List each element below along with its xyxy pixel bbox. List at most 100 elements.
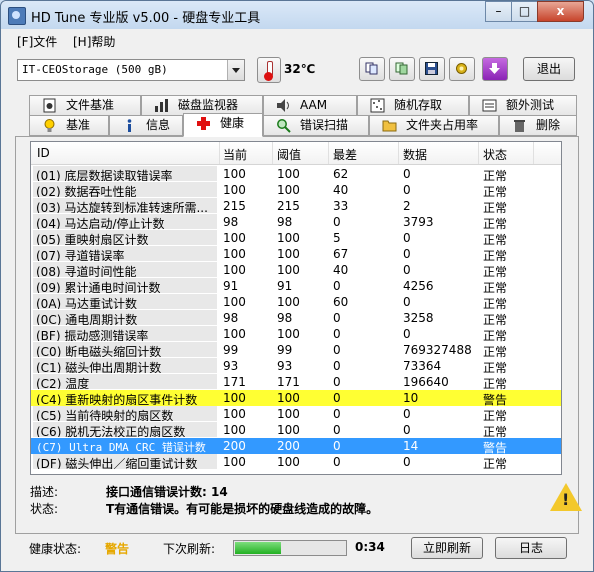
close-button[interactable]: x xyxy=(537,1,584,22)
tab-folder-usage[interactable]: 文件夹占用率 xyxy=(369,115,499,136)
download-button[interactable] xyxy=(482,57,508,81)
cell-current: 100 xyxy=(223,295,246,309)
table-row[interactable]: (C1) 磁头伸出周期计数 93 93 0 73364 正常 xyxy=(31,358,561,375)
health-cross-icon xyxy=(197,117,210,130)
drive-select[interactable]: IT-CEOStorage (500 gB) xyxy=(17,59,245,81)
col-current[interactable]: 当前 xyxy=(223,146,247,163)
attribute-name-cell: (03) 马达旋转到标准转速所需... xyxy=(33,198,217,213)
smart-table: ID 当前 阈值 最差 数据 状态 (01) 底层数据读取错误率 100 100 62… xyxy=(30,141,562,475)
copy-all-button[interactable] xyxy=(389,57,415,81)
menu-help[interactable]: [H]帮助 xyxy=(73,33,115,50)
drive-select-value: IT-CEOStorage (500 gB) xyxy=(22,63,168,76)
lightbulb-icon xyxy=(44,119,55,132)
tab-file-benchmark[interactable]: 文件基准 xyxy=(29,95,141,116)
menu-bar: [F]文件 [H]帮助 xyxy=(1,30,593,51)
warning-icon xyxy=(550,483,582,511)
minimize-button[interactable]: – xyxy=(485,1,512,22)
table-row[interactable]: (C6) 脱机无法校正的扇区数 100 100 0 0 正常 xyxy=(31,422,561,439)
copy-button[interactable] xyxy=(359,57,385,81)
temperature-value: 32℃ xyxy=(284,62,316,76)
window-title: HD Tune 专业版 v5.00 - 硬盘专业工具 xyxy=(31,11,261,26)
cell-worst: 0 xyxy=(333,439,341,453)
table-row[interactable]: (02) 数据吞吐性能 100 100 40 0 正常 xyxy=(31,182,561,199)
cell-worst: 40 xyxy=(333,183,349,197)
cell-current: 215 xyxy=(223,199,246,213)
tab-label: 删除 xyxy=(536,118,561,132)
table-row[interactable]: (BF) 振动感测错误率 100 100 0 0 正常 xyxy=(31,326,561,343)
table-row[interactable]: (01) 底层数据读取错误率 100 100 62 0 正常 xyxy=(31,166,561,183)
cell-worst: 40 xyxy=(333,263,349,277)
cell-threshold: 100 xyxy=(277,295,300,309)
refresh-now-button[interactable]: 立即刷新 xyxy=(411,537,483,559)
description-label: 描述: xyxy=(30,485,59,499)
cell-worst: 0 xyxy=(333,311,341,325)
cell-threshold: 200 xyxy=(277,439,300,453)
cell-data: 10 xyxy=(403,391,419,405)
table-row[interactable]: (03) 马达旋转到标准转速所需... 215 215 33 2 正常 xyxy=(31,198,561,215)
exit-button[interactable]: 退出 xyxy=(523,57,575,81)
cell-current: 100 xyxy=(223,455,246,469)
table-row[interactable]: (0C) 通电周期计数 98 98 0 3258 正常 xyxy=(31,310,561,327)
table-row[interactable]: (C2) 温度 171 171 0 196640 正常 xyxy=(31,374,561,391)
tab-info[interactable]: 信息 xyxy=(109,115,183,136)
refresh-countdown: 0:34 xyxy=(355,540,385,554)
tab-benchmark[interactable]: 基准 xyxy=(29,115,109,136)
tab-erase[interactable]: 删除 xyxy=(499,115,577,136)
table-row[interactable]: (05) 重映射扇区计数 100 100 5 0 正常 xyxy=(31,230,561,247)
table-header: ID 当前 阈值 最差 数据 状态 xyxy=(31,142,561,165)
attribute-name: (03) 马达旋转到标准转速所需... xyxy=(36,201,208,213)
cell-data: 769327488 xyxy=(403,343,472,357)
log-button[interactable]: 日志 xyxy=(495,537,567,559)
cell-threshold: 100 xyxy=(277,167,300,181)
col-id[interactable]: ID xyxy=(37,146,50,160)
table-row[interactable]: (07) 寻道错误率 100 100 67 0 正常 xyxy=(31,246,561,263)
col-threshold[interactable]: 阈值 xyxy=(277,146,301,163)
attribute-name-cell: (0C) 通电周期计数 xyxy=(33,310,217,325)
table-row[interactable]: (0A) 马达重试计数 100 100 60 0 正常 xyxy=(31,294,561,311)
table-row[interactable]: (C7) Ultra DMA CRC 错误计数 200 200 0 14 警告 xyxy=(31,438,561,455)
cell-data: 0 xyxy=(403,247,411,261)
table-row[interactable]: (C5) 当前待映射的扇区数 100 100 0 0 正常 xyxy=(31,406,561,423)
copy-all-icon xyxy=(395,62,408,75)
info-icon xyxy=(127,119,132,132)
table-row[interactable]: (C4) 重新映射的扇区事件计数 100 100 0 10 警告 xyxy=(31,390,561,407)
cell-threshold: 215 xyxy=(277,199,300,213)
cell-current: 100 xyxy=(223,167,246,181)
cell-data: 0 xyxy=(403,327,411,341)
cell-threshold: 91 xyxy=(277,279,293,293)
table-row[interactable]: (DF) 磁头伸出／缩回重试计数 100 100 0 0 正常 xyxy=(31,454,561,471)
tab-label: 文件基准 xyxy=(66,98,115,112)
status-bar: 健康状态: 警告 下次刷新: 0:34 立即刷新 日志 xyxy=(15,536,585,562)
next-refresh-label: 下次刷新: xyxy=(163,542,216,556)
col-status[interactable]: 状态 xyxy=(483,146,507,163)
title-bar[interactable]: HD Tune 专业版 v5.00 - 硬盘专业工具 – □ x xyxy=(1,1,593,29)
col-worst[interactable]: 最差 xyxy=(333,146,357,163)
cell-threshold: 100 xyxy=(277,407,300,421)
table-row[interactable]: (C0) 断电磁头缩回计数 99 99 0 769327488 正常 xyxy=(31,342,561,359)
cell-worst: 0 xyxy=(333,279,341,293)
attribute-name-cell: (09) 累计通电时间计数 xyxy=(33,278,217,293)
health-status-label: 健康状态: xyxy=(29,542,82,556)
cell-status: 正常 xyxy=(483,457,508,471)
maximize-button[interactable]: □ xyxy=(511,1,538,22)
tab-random-access[interactable]: 随机存取 xyxy=(357,95,469,116)
tab-extra-tests[interactable]: 额外测试 xyxy=(469,95,577,116)
tab-aam[interactable]: AAM xyxy=(263,95,357,116)
table-row[interactable]: (09) 累计通电时间计数 91 91 0 4256 正常 xyxy=(31,278,561,295)
tab-label: 错误扫描 xyxy=(300,118,349,132)
tab-health[interactable]: 健康 xyxy=(183,113,263,137)
cell-threshold: 98 xyxy=(277,215,293,229)
options-button[interactable] xyxy=(449,57,475,81)
save-button[interactable] xyxy=(419,57,445,81)
cell-threshold: 100 xyxy=(277,263,300,277)
col-data[interactable]: 数据 xyxy=(403,146,427,163)
attribute-name-cell: (0A) 马达重试计数 xyxy=(33,294,217,309)
cell-current: 91 xyxy=(223,279,239,293)
table-row[interactable]: (08) 寻道时间性能 100 100 40 0 正常 xyxy=(31,262,561,279)
menu-file[interactable]: [F]文件 xyxy=(17,33,57,50)
attribute-name: (0A) 马达重试计数 xyxy=(36,297,138,309)
table-row[interactable]: (04) 马达启动/停止计数 98 98 0 3793 正常 xyxy=(31,214,561,231)
tab-error-scan[interactable]: 错误扫描 xyxy=(263,115,369,136)
chevron-down-icon[interactable] xyxy=(227,60,244,80)
cell-worst: 33 xyxy=(333,199,349,213)
